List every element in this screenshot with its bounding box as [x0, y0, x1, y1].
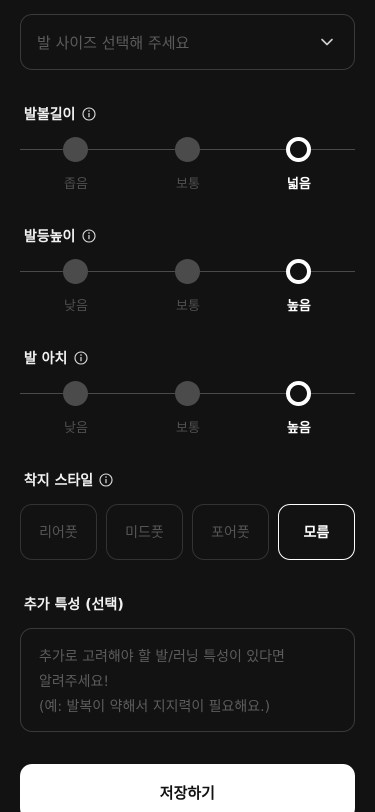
landing-option-rearfoot[interactable]: 리어풋 [20, 504, 97, 560]
save-button[interactable]: 저장하기 [20, 764, 355, 812]
landing-option-forefoot[interactable]: 포어풋 [192, 504, 269, 560]
textarea-placeholder-line-2: 알려주세요! [39, 674, 110, 690]
extra-title: 추가 특성 (선택) [24, 594, 124, 614]
foot-width-title: 발볼길이 [24, 104, 96, 124]
foot-width-slider[interactable] [20, 137, 355, 163]
foot-arch-option-normal[interactable] [175, 381, 200, 406]
foot-arch-label-3[interactable]: 높음 [269, 417, 329, 436]
landing-style-options: 리어풋 미드풋 포어풋 모름 [20, 504, 355, 560]
extra-traits-textarea[interactable]: 추가로 고려해야 할 발/러닝 특성이 있다면 알려주세요! (예: 발복이 약… [20, 628, 355, 732]
landing-style-title: 착지 스타일 [24, 470, 113, 490]
instep-height-label-2[interactable]: 보통 [158, 295, 218, 314]
landing-option-midfoot[interactable]: 미드풋 [106, 504, 183, 560]
info-icon[interactable] [81, 107, 96, 121]
textarea-placeholder-line-3: (예: 발복이 약해서 지지력이 필요해요.) [39, 699, 271, 715]
foot-width-option-wide[interactable] [286, 137, 311, 162]
size-select[interactable]: 발 사이즈 선택해 주세요 [20, 14, 355, 70]
foot-arch-option-low[interactable] [63, 381, 88, 406]
landing-option-unknown[interactable]: 모름 [278, 504, 355, 560]
instep-height-label: 발등높이 [24, 229, 76, 245]
instep-height-label-1[interactable]: 낮음 [46, 295, 106, 314]
instep-height-labels: 낮음 보통 높음 [20, 295, 355, 314]
foot-arch-option-high[interactable] [286, 381, 311, 406]
chevron-down-icon [321, 38, 333, 46]
foot-width-labels: 좁음 보통 넓음 [20, 173, 355, 192]
foot-arch-slider[interactable] [20, 381, 355, 407]
size-select-placeholder: 발 사이즈 선택해 주세요 [37, 33, 190, 52]
foot-width-label: 발볼길이 [24, 107, 76, 123]
foot-width-label-1[interactable]: 좁음 [46, 173, 106, 192]
instep-height-option-normal[interactable] [175, 259, 200, 284]
foot-width-option-normal[interactable] [175, 137, 200, 162]
extra-label: 추가 특성 (선택) [24, 597, 124, 613]
foot-arch-label-2[interactable]: 보통 [158, 417, 218, 436]
foot-width-label-2[interactable]: 보통 [158, 173, 218, 192]
instep-height-option-high[interactable] [286, 259, 311, 284]
info-icon[interactable] [73, 351, 88, 365]
instep-height-label-3[interactable]: 높음 [269, 295, 329, 314]
foot-arch-labels: 낮음 보통 높음 [20, 417, 355, 436]
foot-arch-label-1[interactable]: 낮음 [46, 417, 106, 436]
instep-height-slider[interactable] [20, 259, 355, 285]
info-icon[interactable] [81, 229, 96, 243]
foot-width-label-3[interactable]: 넓음 [269, 173, 329, 192]
info-icon[interactable] [99, 473, 113, 487]
instep-height-title: 발등높이 [24, 226, 96, 246]
foot-arch-title: 발 아치 [24, 348, 88, 368]
instep-height-option-low[interactable] [63, 259, 88, 284]
textarea-placeholder-line-1: 추가로 고려해야 할 발/러닝 특성이 있다면 [39, 649, 285, 665]
landing-style-label: 착지 스타일 [24, 473, 94, 489]
foot-width-option-narrow[interactable] [63, 137, 88, 162]
foot-arch-label: 발 아치 [24, 351, 68, 367]
